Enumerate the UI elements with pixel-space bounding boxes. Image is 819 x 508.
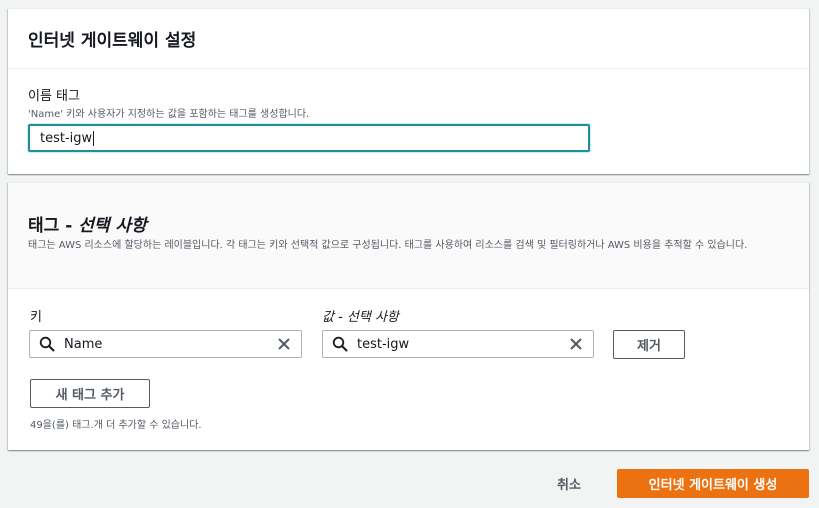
tags-title: 태그 - 선택 사항 bbox=[28, 211, 147, 236]
remove-tag-button[interactable]: 제거 bbox=[613, 330, 685, 359]
tags-panel: 태그 - 선택 사항 태그는 AWS 리소스에 할당하는 레이블입니다. 각 태… bbox=[8, 182, 809, 450]
create-gateway-button[interactable]: 인터넷 게이트웨이 생성 bbox=[617, 469, 809, 498]
gateway-settings-panel: 인터넷 게이트웨이 설정 이름 태그 'Name' 키와 사용자가 지정하는 값… bbox=[8, 8, 809, 174]
tag-value-input[interactable]: test-igw bbox=[322, 330, 594, 358]
tags-title-optional: 선택 사항 bbox=[78, 216, 147, 236]
tag-key-value: Name bbox=[64, 336, 103, 352]
tag-value-label: 값 - 선택 사항 bbox=[322, 310, 399, 325]
add-tag-button[interactable]: 새 태그 추가 bbox=[30, 379, 150, 408]
tags-description: 태그는 AWS 리소스에 할당하는 레이블입니다. 각 태그는 키와 선택적 값… bbox=[28, 240, 748, 251]
gateway-settings-title: 인터넷 게이트웨이 설정 bbox=[28, 31, 197, 51]
clear-icon[interactable] bbox=[567, 335, 585, 353]
tag-key-label: 키 bbox=[30, 310, 42, 325]
text-cursor bbox=[93, 130, 95, 146]
gateway-settings-header: 인터넷 게이트웨이 설정 bbox=[8, 9, 809, 69]
remaining-tags-text: 49을(를) 태그.개 더 추가할 수 있습니다. bbox=[30, 420, 202, 431]
tags-header: 태그 - 선택 사항 태그는 AWS 리소스에 할당하는 레이블입니다. 각 태… bbox=[8, 183, 809, 289]
tag-key-input[interactable]: Name bbox=[29, 330, 302, 358]
name-tag-description: 'Name' 키와 사용자가 지정하는 값을 포함하는 태그를 생성합니다. bbox=[28, 109, 310, 120]
name-tag-input-value: test-igw bbox=[40, 130, 93, 146]
tag-value-value: test-igw bbox=[357, 336, 410, 352]
tags-title-main: 태그 - bbox=[28, 216, 79, 236]
name-tag-label: 이름 태그 bbox=[28, 89, 80, 104]
name-tag-input[interactable]: test-igw bbox=[28, 124, 590, 152]
search-icon bbox=[331, 335, 349, 353]
clear-icon[interactable] bbox=[275, 335, 293, 353]
search-icon bbox=[38, 335, 56, 353]
cancel-link[interactable]: 취소 bbox=[557, 474, 581, 493]
